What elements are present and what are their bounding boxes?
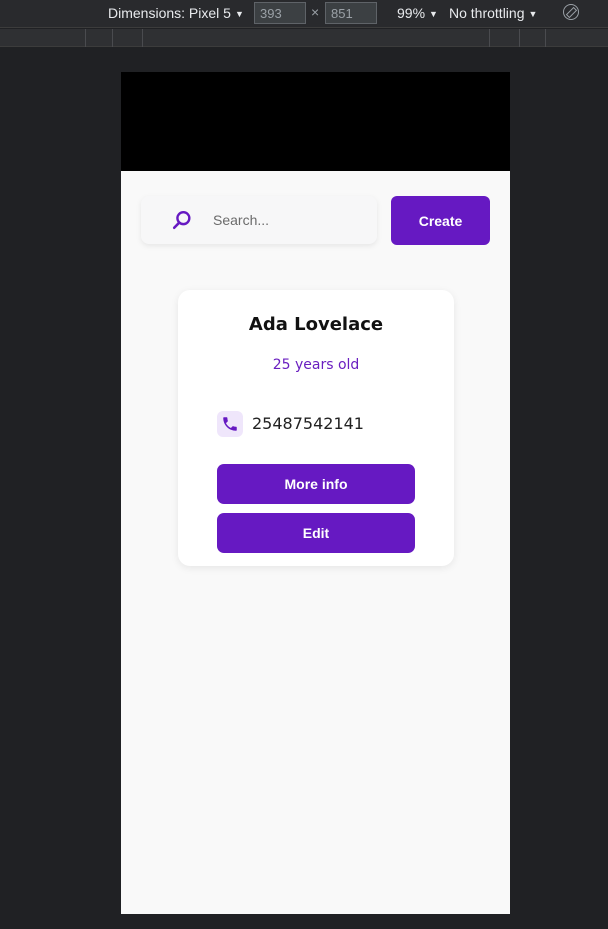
devtools-device-toolbar: Dimensions: Pixel 5 ▼ 393 × 851 99% ▼ No t… [0, 0, 608, 28]
chevron-down-icon: ▼ [429, 9, 438, 19]
dimension-separator: × [311, 4, 320, 20]
edit-button[interactable]: Edit [217, 513, 415, 553]
ruler-tick [112, 29, 113, 47]
chevron-down-icon: ▼ [528, 9, 538, 19]
phone-icon-badge [217, 411, 243, 437]
zoom-dropdown[interactable]: 99% ▼ [397, 5, 438, 21]
search-input[interactable] [213, 204, 363, 236]
zoom-label: 99% [397, 5, 426, 21]
header-blank-area [121, 72, 510, 171]
media-query-ruler [0, 29, 608, 47]
device-height-input[interactable]: 851 [325, 2, 377, 24]
search-icon [172, 211, 191, 230]
ruler-tick [85, 29, 86, 47]
throttling-label: No throttling [449, 5, 525, 21]
ruler-tick [519, 29, 520, 47]
create-button[interactable]: Create [391, 196, 490, 245]
ruler-tick [142, 29, 143, 47]
device-viewport: Create Ada Lovelace 25 years old 2548754… [121, 72, 510, 914]
contact-age: 25 years old [272, 357, 360, 373]
search-bar[interactable] [141, 196, 377, 244]
throttling-dropdown[interactable]: No throttling ▼ [449, 5, 537, 21]
device-width-input[interactable]: 393 [254, 2, 306, 24]
ruler-tick [545, 29, 546, 47]
ruler-tick [489, 29, 490, 47]
contact-name: Ada Lovelace [248, 314, 384, 335]
device-dimensions-label: Dimensions: Pixel 5 [108, 5, 231, 21]
rotate-icon[interactable] [563, 4, 579, 20]
chevron-down-icon: ▼ [234, 9, 244, 19]
contact-phone: 25487542141 [252, 414, 364, 433]
contact-card: Ada Lovelace 25 years old 25487542141 Mo… [178, 290, 454, 566]
device-dimensions-dropdown[interactable]: Dimensions: Pixel 5 ▼ [108, 5, 244, 21]
phone-icon [223, 417, 237, 431]
more-info-button[interactable]: More info [217, 464, 415, 504]
